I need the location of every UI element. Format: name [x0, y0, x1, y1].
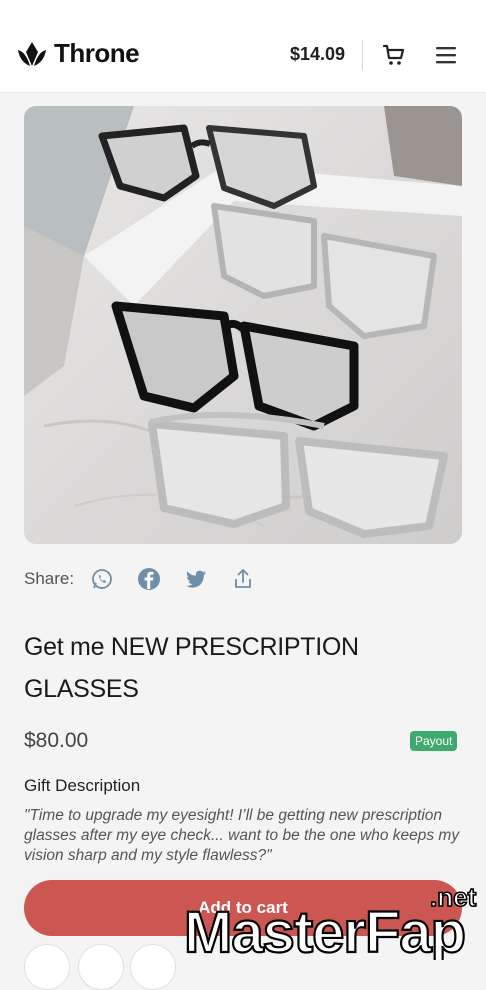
payout-badge: Payout [410, 731, 458, 751]
share-export-icon[interactable] [231, 567, 255, 591]
product-image [24, 106, 462, 544]
facebook-icon[interactable] [137, 567, 161, 591]
whatsapp-icon[interactable] [90, 567, 114, 591]
description-heading: Gift Description [24, 776, 141, 795]
top-bar: Throne $14.09 [0, 0, 486, 93]
glasses-photo [24, 106, 462, 544]
cart-icon [382, 44, 405, 65]
cart-button[interactable] [382, 43, 406, 72]
watermark-logo: .net MasterFap [183, 881, 477, 960]
menu-button[interactable] [436, 46, 456, 69]
crown-icon [18, 41, 46, 66]
menu-icon [436, 47, 456, 64]
header-divider [362, 40, 363, 70]
circle-button[interactable] [24, 944, 70, 990]
brand-logo[interactable]: Throne [16, 38, 140, 69]
circle-button[interactable] [78, 944, 124, 990]
watermark-main: MasterFap [184, 900, 465, 960]
share-label: Share: [24, 569, 75, 588]
share-row: Share: [24, 566, 278, 592]
product-title: Get me NEW PRESCRIPTION GLASSES [24, 633, 359, 703]
circle-button[interactable] [130, 944, 176, 990]
gift-description: "Time to upgrade my eyesight! I’ll be ge… [24, 807, 460, 864]
product-price: $80.00 [24, 729, 89, 752]
twitter-icon[interactable] [184, 567, 208, 591]
brand-name: Throne [54, 38, 140, 68]
wallet-balance[interactable]: $14.09 [290, 44, 345, 65]
